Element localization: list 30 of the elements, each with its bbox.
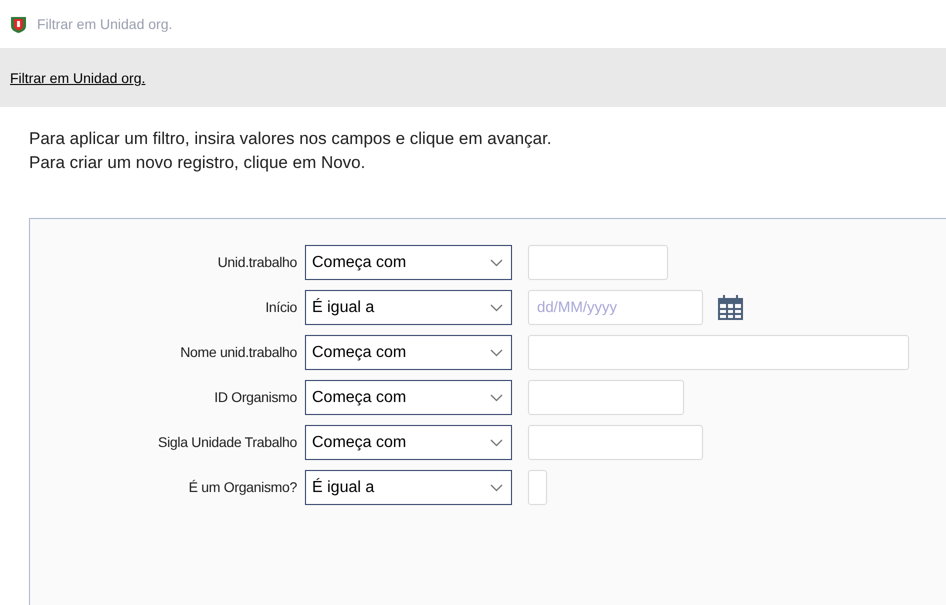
text-field[interactable]	[528, 380, 684, 415]
filter-label: Início	[264, 298, 298, 317]
filter-label: Unid.trabalho	[216, 253, 298, 272]
chevron-down-icon	[490, 484, 503, 492]
chevron-down-icon	[490, 394, 503, 402]
operator-dropdown[interactable]: Começa com	[305, 245, 512, 280]
text-field[interactable]	[528, 245, 668, 280]
operator-dropdown[interactable]: É igual a	[305, 290, 512, 325]
operator-dropdown[interactable]: Começa com	[305, 335, 512, 370]
chevron-down-icon	[490, 258, 503, 266]
instruction-text: Para criar um novo registro, clique em Novo.	[29, 152, 366, 174]
value-field[interactable]	[528, 470, 547, 505]
text-field[interactable]	[528, 335, 909, 370]
operator-dropdown[interactable]: É igual a	[305, 470, 512, 505]
operator-dropdown[interactable]: Começa com	[305, 380, 512, 415]
crest-icon	[10, 16, 27, 32]
window-title: Filtrar em Unidad org.	[37, 14, 172, 34]
text-field[interactable]	[528, 425, 703, 460]
filter-label: Nome unid.trabalho	[179, 343, 298, 362]
chevron-down-icon	[490, 304, 503, 312]
filter-label: É um Organismo?	[188, 478, 298, 497]
operator-dropdown[interactable]: Começa com	[305, 425, 512, 460]
breadcrumb-link[interactable]: Filtrar em Unidad org.	[10, 68, 146, 89]
filter-label: ID Organismo	[213, 388, 298, 407]
instruction-text: Para aplicar um filtro, insira valores nos campos e clique em avançar.	[29, 128, 553, 150]
date-field[interactable]: dd/MM/yyyy	[528, 290, 703, 325]
chevron-down-icon	[490, 348, 503, 356]
chevron-down-icon	[490, 438, 503, 446]
calendar-icon[interactable]	[717, 294, 744, 321]
filter-label: Sigla Unidade Trabalho	[157, 433, 298, 452]
